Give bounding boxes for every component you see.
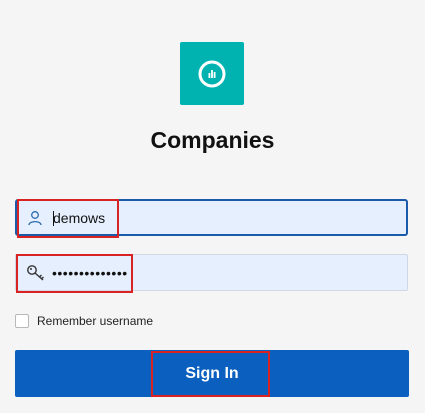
remember-username-row[interactable]: Remember username [15,314,153,328]
remember-username-checkbox[interactable] [15,314,29,328]
sign-in-button[interactable]: Sign In [15,350,409,397]
app-logo [180,42,244,105]
user-icon [27,210,43,226]
page-title: Companies [150,127,275,153]
key-icon [26,264,46,282]
remember-username-label: Remember username [37,314,154,328]
username-input[interactable]: demows [53,210,105,226]
chart-ring-icon [198,60,226,87]
sign-in-label: Sign In [185,364,239,382]
username-field[interactable]: demows [15,199,408,236]
password-field[interactable]: •••••••••••••• [15,254,408,291]
password-input[interactable]: •••••••••••••• [52,265,128,281]
